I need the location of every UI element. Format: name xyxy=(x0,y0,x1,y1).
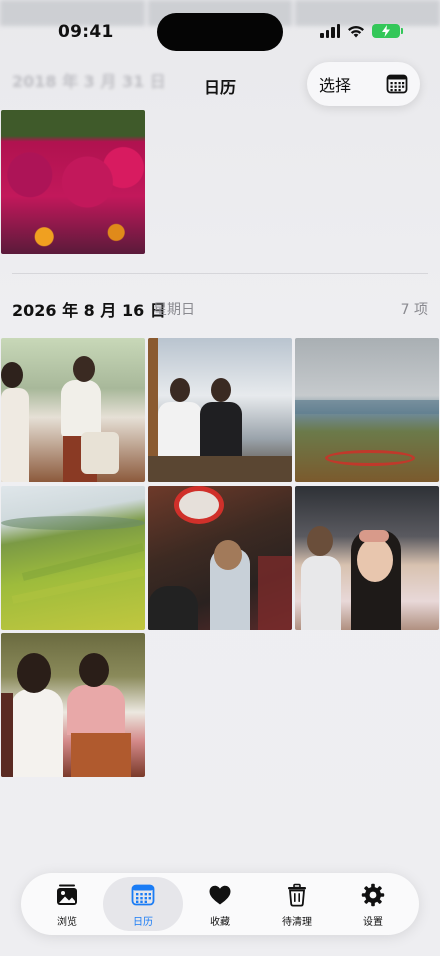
tab-label: 收藏 xyxy=(210,917,230,928)
photo-thumbnail[interactable] xyxy=(148,486,292,630)
photo-thumbnail[interactable] xyxy=(1,338,145,482)
section-header: 2026 年 8 月 16 日 星期日 7 项 xyxy=(12,296,428,320)
tab-label: 待清理 xyxy=(282,917,312,928)
status-bar: 09:41 xyxy=(0,0,440,62)
photo-thumbnail[interactable] xyxy=(295,486,439,630)
dynamic-island xyxy=(157,13,283,51)
trash-icon xyxy=(288,883,306,907)
tab-bar: 浏览 日历 收藏 待清理 设置 xyxy=(21,873,419,935)
tab-label: 日历 xyxy=(133,917,153,928)
section-date: 2026 年 8 月 16 日 xyxy=(12,301,166,320)
tab-label: 设置 xyxy=(363,917,383,928)
calendar-icon xyxy=(131,884,155,906)
section-item-count: 7 项 xyxy=(400,302,428,318)
wifi-icon xyxy=(348,26,364,38)
heart-icon xyxy=(209,885,231,905)
photo-thumbnail[interactable] xyxy=(148,338,292,482)
section-weekday: 星期日 xyxy=(153,302,195,318)
tab-browse[interactable]: 浏览 xyxy=(27,877,107,931)
tab-settings[interactable]: 设置 xyxy=(333,877,413,931)
photo-stack-icon xyxy=(57,884,77,905)
photo-thumbnail[interactable] xyxy=(1,486,145,630)
tab-favorites[interactable]: 收藏 xyxy=(180,877,260,931)
battery-charging-icon xyxy=(372,24,403,38)
status-time: 09:41 xyxy=(58,22,114,42)
tab-cleanup[interactable]: 待清理 xyxy=(257,877,337,931)
calendar-grid-icon[interactable] xyxy=(386,73,408,95)
tab-label: 浏览 xyxy=(57,917,77,928)
status-icons xyxy=(320,24,403,38)
tab-calendar[interactable]: 日历 xyxy=(103,877,183,931)
gear-icon xyxy=(361,883,385,907)
photo-thumbnail[interactable] xyxy=(1,633,145,777)
cellular-signal-icon xyxy=(320,24,340,38)
section-divider xyxy=(12,273,428,274)
photo-thumbnail[interactable] xyxy=(1,110,145,254)
calendar-screen: 09:41 2018 年 3 月 31 日 日历 选择 2026 年 8 月 1… xyxy=(0,0,440,956)
select-button[interactable]: 选择 xyxy=(307,62,420,106)
photo-thumbnail[interactable] xyxy=(295,338,439,482)
select-label: 选择 xyxy=(319,76,352,95)
